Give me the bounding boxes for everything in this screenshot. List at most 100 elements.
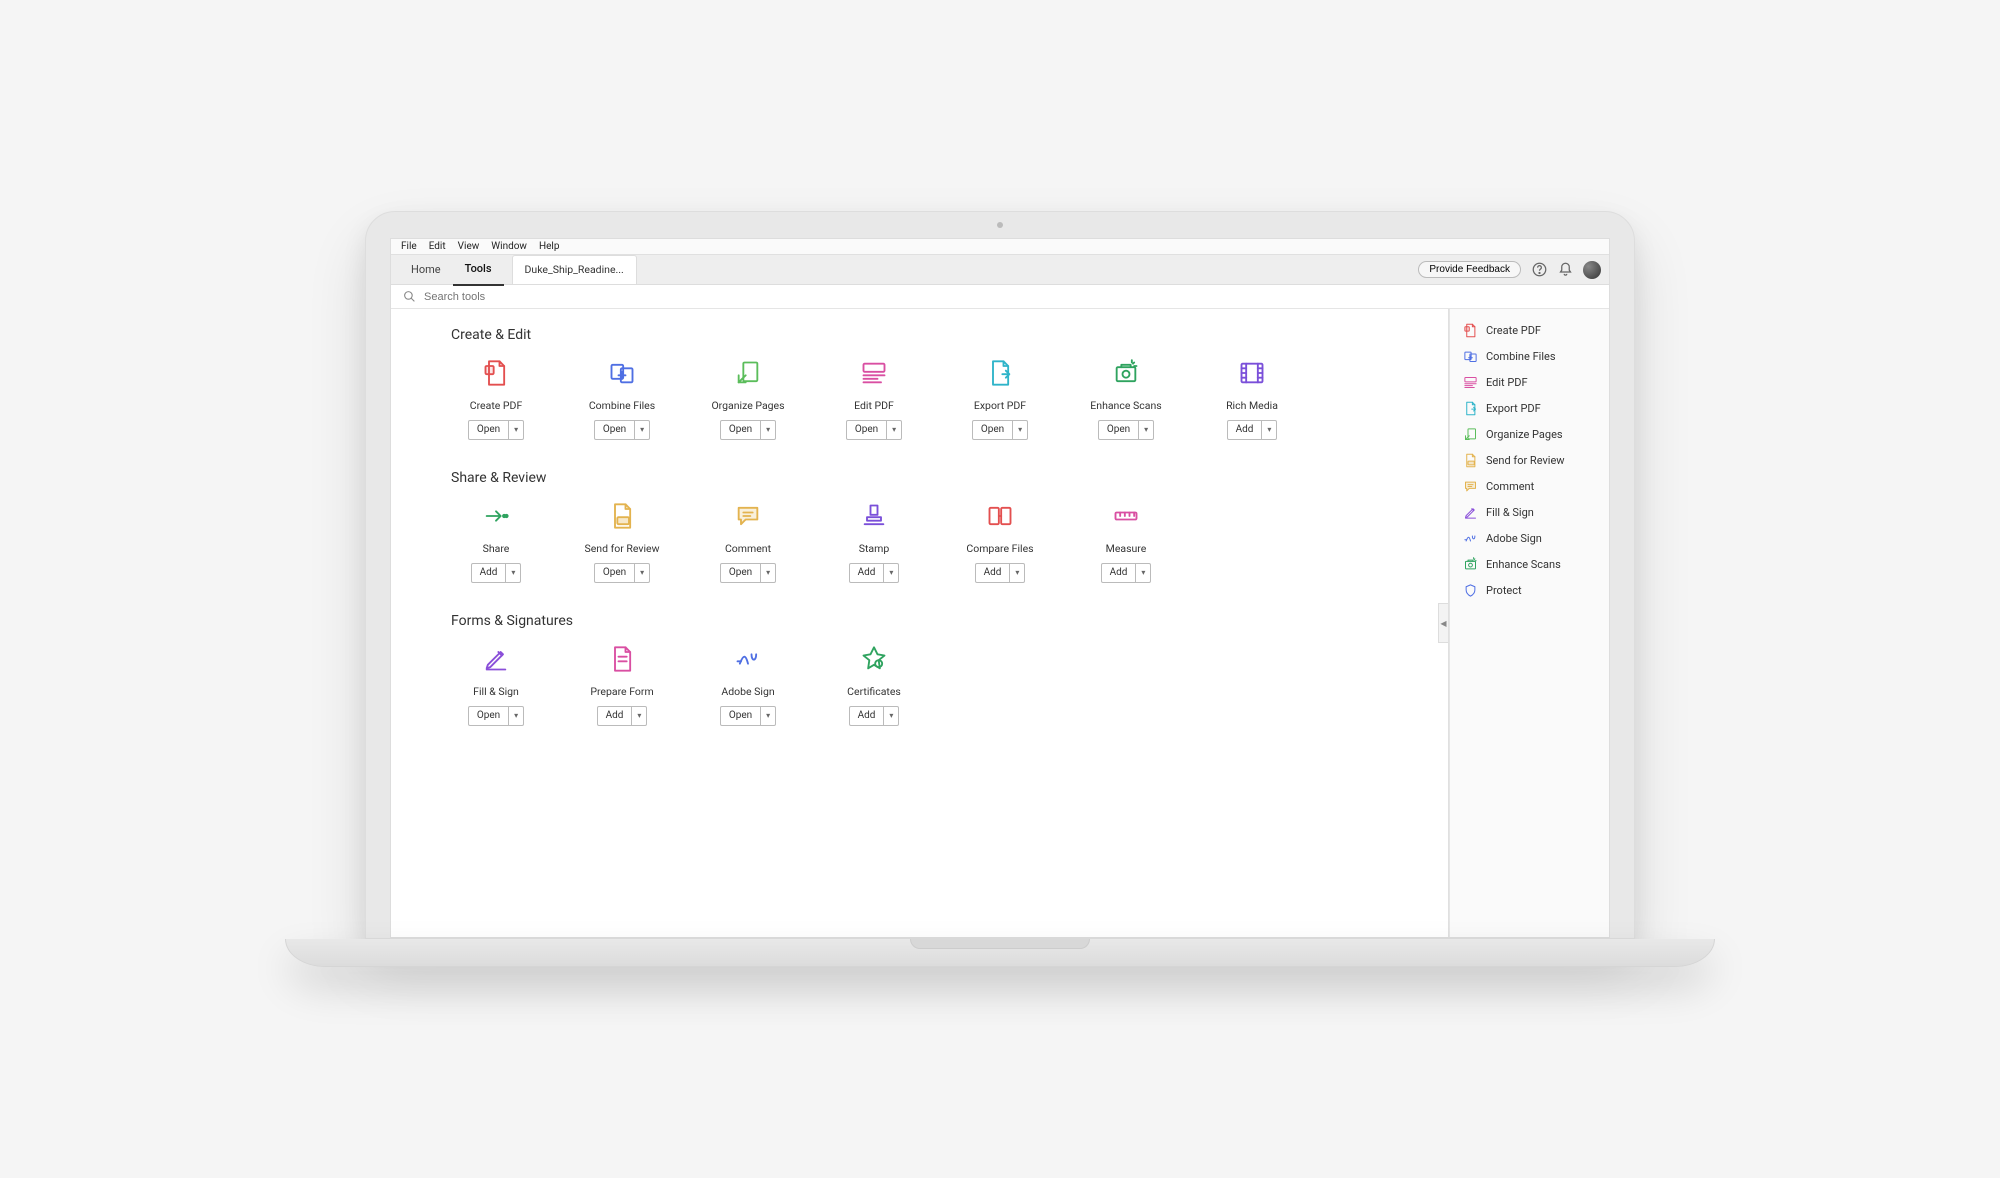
user-avatar[interactable]: [1583, 261, 1601, 279]
chevron-down-icon[interactable]: ▾: [884, 707, 898, 725]
search-tools-bar: [391, 285, 1609, 309]
help-icon[interactable]: [1531, 262, 1547, 278]
tool-share[interactable]: ShareAdd▾: [451, 500, 541, 583]
tool-action-label[interactable]: Add: [850, 707, 885, 725]
tool-action-button[interactable]: Open▾: [1098, 420, 1154, 440]
tool-action-label[interactable]: Add: [976, 564, 1011, 582]
chevron-down-icon[interactable]: ▾: [506, 564, 520, 582]
notification-bell-icon[interactable]: [1557, 262, 1573, 278]
tool-action-label[interactable]: Add: [1102, 564, 1137, 582]
tool-send-review[interactable]: Send for ReviewOpen▾: [577, 500, 667, 583]
tool-action-label[interactable]: Open: [595, 564, 635, 582]
sidebar-item-create-pdf[interactable]: Create PDF: [1450, 317, 1609, 343]
tool-action-label[interactable]: Open: [1099, 421, 1139, 439]
tool-export-pdf[interactable]: Export PDFOpen▾: [955, 357, 1045, 440]
provide-feedback-button[interactable]: Provide Feedback: [1418, 261, 1521, 278]
sidebar-item-label: Send for Review: [1486, 454, 1565, 467]
tool-action-label[interactable]: Open: [469, 421, 509, 439]
tool-prepare-form[interactable]: Prepare FormAdd▾: [577, 643, 667, 726]
tool-action-button[interactable]: Open▾: [846, 420, 902, 440]
tool-action-label[interactable]: Open: [721, 707, 761, 725]
tool-action-label[interactable]: Open: [721, 421, 761, 439]
menu-edit[interactable]: Edit: [429, 241, 446, 252]
tool-fill-sign[interactable]: Fill & Sign Open▾: [451, 643, 541, 726]
search-input[interactable]: [424, 291, 624, 303]
menu-window[interactable]: Window: [491, 241, 527, 252]
sidebar-item-organize-pages[interactable]: Organize Pages: [1450, 421, 1609, 447]
tool-action-button[interactable]: Open▾: [720, 563, 776, 583]
chevron-down-icon[interactable]: ▾: [1136, 564, 1150, 582]
tool-compare-files[interactable]: Compare FilesAdd▾: [955, 500, 1045, 583]
tool-comment[interactable]: CommentOpen▾: [703, 500, 793, 583]
sidebar-item-edit-pdf[interactable]: Edit PDF: [1450, 369, 1609, 395]
tool-label: Fill & Sign: [473, 685, 519, 698]
chevron-down-icon[interactable]: ▾: [1262, 421, 1276, 439]
tool-create-pdf[interactable]: Create PDFOpen▾: [451, 357, 541, 440]
tool-rich-media[interactable]: Rich MediaAdd▾: [1207, 357, 1297, 440]
tab-tools[interactable]: Tools: [453, 254, 504, 286]
sidebar-item-adobe-sign[interactable]: Adobe Sign: [1450, 525, 1609, 551]
menu-view[interactable]: View: [458, 241, 480, 252]
tool-action-button[interactable]: Open▾: [594, 420, 650, 440]
tool-action-label[interactable]: Open: [847, 421, 887, 439]
tool-action-button[interactable]: Open▾: [720, 420, 776, 440]
tool-action-button[interactable]: Open▾: [720, 706, 776, 726]
tool-action-button[interactable]: Add▾: [849, 563, 900, 583]
chevron-down-icon[interactable]: ▾: [632, 707, 646, 725]
chevron-down-icon[interactable]: ▾: [1013, 421, 1027, 439]
tool-adobe-sign[interactable]: Adobe SignOpen▾: [703, 643, 793, 726]
menu-file[interactable]: File: [401, 241, 417, 252]
enhance-scans-icon: [1462, 556, 1478, 572]
tool-action-button[interactable]: Add▾: [1227, 420, 1278, 440]
tool-action-label[interactable]: Add: [850, 564, 885, 582]
tool-action-label[interactable]: Open: [721, 564, 761, 582]
tab-document[interactable]: Duke_Ship_Readine...: [512, 255, 637, 284]
sidebar-item-export-pdf[interactable]: Export PDF: [1450, 395, 1609, 421]
chevron-down-icon[interactable]: ▾: [761, 564, 775, 582]
chevron-down-icon[interactable]: ▾: [1010, 564, 1024, 582]
sidebar-item-send-review[interactable]: Send for Review: [1450, 447, 1609, 473]
tool-action-label[interactable]: Add: [472, 564, 507, 582]
tool-stamp[interactable]: StampAdd▾: [829, 500, 919, 583]
chevron-down-icon[interactable]: ▾: [635, 421, 649, 439]
tool-edit-pdf[interactable]: Edit PDFOpen▾: [829, 357, 919, 440]
chevron-down-icon[interactable]: ▾: [761, 707, 775, 725]
tool-enhance-scans[interactable]: Enhance ScansOpen▾: [1081, 357, 1171, 440]
tool-action-button[interactable]: Open▾: [972, 420, 1028, 440]
tool-action-button[interactable]: Open▾: [468, 706, 524, 726]
chevron-down-icon[interactable]: ▾: [509, 421, 523, 439]
chevron-down-icon[interactable]: ▾: [884, 564, 898, 582]
chevron-down-icon[interactable]: ▾: [635, 564, 649, 582]
sidebar-item-combine-files[interactable]: Combine Files: [1450, 343, 1609, 369]
certificates-icon: [858, 643, 890, 675]
chevron-down-icon[interactable]: ▾: [1139, 421, 1153, 439]
tool-action-label[interactable]: Open: [595, 421, 635, 439]
tool-action-label[interactable]: Open: [469, 707, 509, 725]
tool-action-label[interactable]: Add: [598, 707, 633, 725]
tool-certificates[interactable]: CertificatesAdd▾: [829, 643, 919, 726]
tool-action-button[interactable]: Open▾: [468, 420, 524, 440]
tool-action-button[interactable]: Add▾: [849, 706, 900, 726]
tool-action-button[interactable]: Open▾: [594, 563, 650, 583]
collapse-sidebar-handle[interactable]: ◀: [1438, 603, 1448, 643]
tool-action-label[interactable]: Add: [1228, 421, 1263, 439]
chevron-down-icon[interactable]: ▾: [761, 421, 775, 439]
tool-measure[interactable]: MeasureAdd▾: [1081, 500, 1171, 583]
sidebar-item-label: Combine Files: [1486, 350, 1556, 363]
chevron-down-icon[interactable]: ▾: [509, 707, 523, 725]
sidebar-item-comment[interactable]: Comment: [1450, 473, 1609, 499]
sidebar-item-protect[interactable]: Protect: [1450, 577, 1609, 603]
tool-action-button[interactable]: Add▾: [471, 563, 522, 583]
tab-home[interactable]: Home: [399, 255, 453, 285]
sidebar-item-enhance-scans[interactable]: Enhance Scans: [1450, 551, 1609, 577]
sidebar-item-label: Enhance Scans: [1486, 558, 1561, 571]
sidebar-item-fill-sign[interactable]: Fill & Sign: [1450, 499, 1609, 525]
tool-action-button[interactable]: Add▾: [597, 706, 648, 726]
tool-organize-pages[interactable]: Organize PagesOpen▾: [703, 357, 793, 440]
menu-help[interactable]: Help: [539, 241, 559, 252]
tool-action-label[interactable]: Open: [973, 421, 1013, 439]
chevron-down-icon[interactable]: ▾: [887, 421, 901, 439]
tool-action-button[interactable]: Add▾: [1101, 563, 1152, 583]
tool-combine-files[interactable]: Combine FilesOpen▾: [577, 357, 667, 440]
tool-action-button[interactable]: Add▾: [975, 563, 1026, 583]
